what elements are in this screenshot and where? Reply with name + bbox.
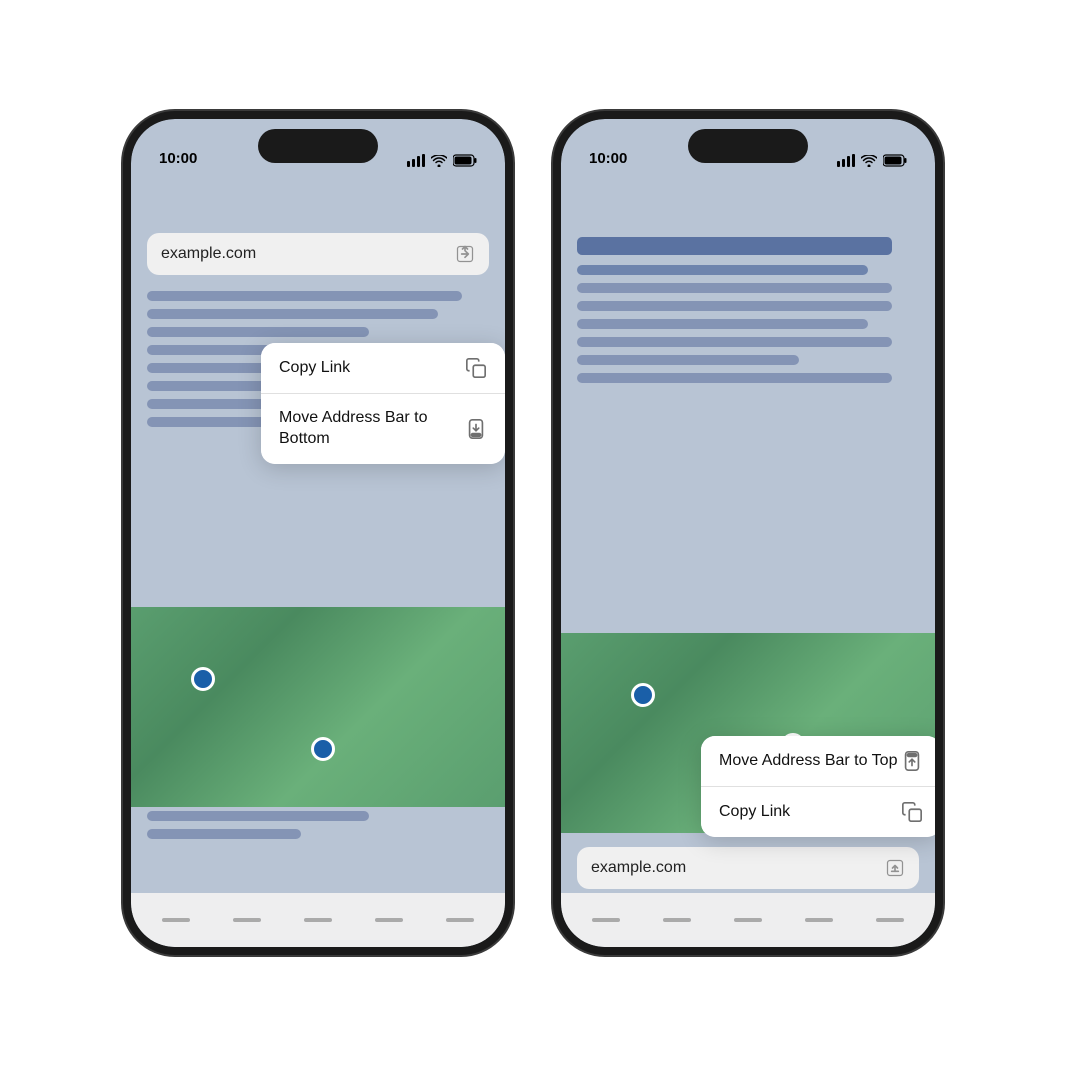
time-left: 10:00 bbox=[159, 150, 197, 167]
move-top-icon-right bbox=[901, 750, 923, 772]
phone-left-screen: 10:00 bbox=[131, 119, 505, 947]
tab-5-left bbox=[446, 918, 474, 922]
copy-link-label-right: Copy Link bbox=[719, 802, 790, 823]
phone-left: 10:00 bbox=[123, 111, 513, 955]
context-menu-left: Copy Link Move Address Bar to Bottom bbox=[261, 343, 505, 464]
phone-right: 10:00 bbox=[553, 111, 943, 955]
phones-container: 10:00 bbox=[123, 111, 943, 955]
copy-link-label-left: Copy Link bbox=[279, 358, 350, 379]
tab-bar-right bbox=[561, 893, 935, 947]
tab-4-left bbox=[375, 918, 403, 922]
tab-1-right bbox=[592, 918, 620, 922]
tab-2-left bbox=[233, 918, 261, 922]
tab-3-right bbox=[734, 918, 762, 922]
copy-link-icon-right bbox=[901, 801, 923, 823]
tab-5-right bbox=[876, 918, 904, 922]
blurred-content-right-top bbox=[561, 237, 935, 383]
address-bar-left[interactable]: example.com bbox=[147, 233, 489, 275]
share-icon-left bbox=[455, 244, 475, 264]
share-icon-right bbox=[885, 858, 905, 878]
wifi-icon-left bbox=[431, 155, 447, 167]
move-bottom-label-left: Move Address Bar to Bottom bbox=[279, 408, 465, 450]
move-bottom-icon-left bbox=[465, 418, 487, 440]
map-dot-1-left bbox=[191, 667, 215, 691]
tab-1-left bbox=[162, 918, 190, 922]
signal-icon-right bbox=[837, 154, 855, 167]
menu-item-move-bottom-left[interactable]: Move Address Bar to Bottom bbox=[261, 394, 505, 464]
map-dot-1-right bbox=[631, 683, 655, 707]
battery-icon-right bbox=[883, 154, 907, 167]
bottom-content-left bbox=[147, 811, 489, 847]
status-icons-left bbox=[407, 154, 477, 167]
wifi-icon-right bbox=[861, 155, 877, 167]
map-area-left bbox=[131, 607, 505, 807]
battery-icon-left bbox=[453, 154, 477, 167]
content-area-left: example.com bbox=[131, 173, 505, 947]
menu-item-move-top-right[interactable]: Move Address Bar to Top bbox=[701, 736, 935, 787]
copy-link-icon-left bbox=[465, 357, 487, 379]
status-icons-right bbox=[837, 154, 907, 167]
context-menu-right: Move Address Bar to Top Copy Link bbox=[701, 736, 935, 837]
address-text-right: example.com bbox=[591, 859, 686, 877]
address-bar-right[interactable]: example.com bbox=[577, 847, 919, 889]
menu-item-copy-link-right[interactable]: Copy Link bbox=[701, 787, 935, 837]
dynamic-island-left bbox=[258, 129, 378, 163]
map-dot-2-left bbox=[311, 737, 335, 761]
address-text-left: example.com bbox=[161, 245, 256, 263]
tab-bar-left bbox=[131, 893, 505, 947]
move-top-label-right: Move Address Bar to Top bbox=[719, 751, 897, 772]
tab-4-right bbox=[805, 918, 833, 922]
dynamic-island-right bbox=[688, 129, 808, 163]
signal-icon-left bbox=[407, 154, 425, 167]
menu-item-copy-link-left[interactable]: Copy Link bbox=[261, 343, 505, 394]
tab-2-right bbox=[663, 918, 691, 922]
phone-right-screen: 10:00 bbox=[561, 119, 935, 947]
time-right: 10:00 bbox=[589, 150, 627, 167]
content-area-right: Move Address Bar to Top Copy Link bbox=[561, 173, 935, 947]
tab-3-left bbox=[304, 918, 332, 922]
